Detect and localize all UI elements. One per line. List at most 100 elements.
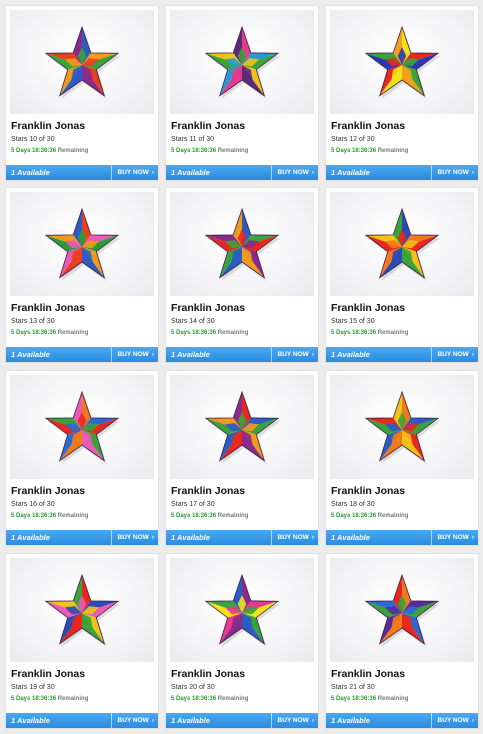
edition-label: Stars 14 of 30: [171, 318, 215, 325]
product-card[interactable]: Franklin Jonas Stars 12 of 30 5 Days 18:…: [326, 6, 478, 180]
star-artwork: [204, 390, 281, 464]
artist-name[interactable]: Franklin Jonas: [331, 668, 405, 680]
product-image[interactable]: [330, 10, 474, 114]
buy-now-button[interactable]: BUY NOW ›: [110, 713, 154, 728]
product-card[interactable]: Franklin Jonas Stars 11 of 30 5 Days 18:…: [166, 6, 318, 180]
buy-now-button[interactable]: BUY NOW ›: [430, 713, 474, 728]
countdown: 5 Days 18:36:36 Remaining: [11, 696, 88, 702]
artist-name[interactable]: Franklin Jonas: [331, 302, 405, 314]
product-image[interactable]: [330, 558, 474, 662]
product-grid: Franklin Jonas Stars 10 of 30 5 Days 18:…: [0, 0, 483, 734]
product-image[interactable]: [330, 192, 474, 296]
countdown-time: 5 Days 18:36:36: [11, 513, 57, 519]
product-card[interactable]: Franklin Jonas Stars 19 of 30 5 Days 18:…: [6, 554, 158, 728]
star-artwork: [364, 25, 441, 99]
artist-name[interactable]: Franklin Jonas: [331, 485, 405, 497]
countdown-remaining-label: Remaining: [217, 696, 249, 702]
countdown-time: 5 Days 18:36:36: [331, 513, 377, 519]
countdown: 5 Days 18:36:36 Remaining: [331, 330, 408, 336]
chevron-right-icon: ›: [471, 351, 474, 358]
availability-label: 1 Available: [171, 716, 210, 725]
product-card[interactable]: Franklin Jonas Stars 15 of 30 5 Days 18:…: [326, 188, 478, 362]
artist-name[interactable]: Franklin Jonas: [171, 485, 245, 497]
artist-name[interactable]: Franklin Jonas: [171, 302, 245, 314]
countdown-remaining-label: Remaining: [57, 696, 89, 702]
buy-now-label: BUY NOW: [437, 717, 469, 724]
product-image[interactable]: [10, 375, 154, 479]
chevron-right-icon: ›: [471, 534, 474, 541]
product-image[interactable]: [170, 10, 314, 114]
countdown-remaining-label: Remaining: [217, 513, 249, 519]
countdown: 5 Days 18:36:36 Remaining: [11, 148, 88, 154]
product-card[interactable]: Franklin Jonas Stars 13 of 30 5 Days 18:…: [6, 188, 158, 362]
artist-name[interactable]: Franklin Jonas: [11, 302, 85, 314]
star-artwork: [364, 573, 441, 647]
chevron-right-icon: ›: [311, 351, 314, 358]
countdown-time: 5 Days 18:36:36: [11, 696, 57, 702]
star-artwork: [44, 207, 121, 281]
star-artwork: [204, 25, 281, 99]
edition-label: Stars 18 of 30: [331, 501, 375, 508]
buy-now-button[interactable]: BUY NOW ›: [110, 165, 154, 180]
artist-name[interactable]: Franklin Jonas: [331, 120, 405, 132]
product-card[interactable]: Franklin Jonas Stars 21 of 30 5 Days 18:…: [326, 554, 478, 728]
purchase-bar: 1 Available BUY NOW ›: [166, 713, 318, 728]
buy-now-button[interactable]: BUY NOW ›: [270, 530, 314, 545]
countdown-time: 5 Days 18:36:36: [171, 330, 217, 336]
countdown-time: 5 Days 18:36:36: [171, 513, 217, 519]
product-image[interactable]: [10, 192, 154, 296]
buy-now-label: BUY NOW: [117, 717, 149, 724]
purchase-bar: 1 Available BUY NOW ›: [326, 347, 478, 362]
buy-now-button[interactable]: BUY NOW ›: [270, 347, 314, 362]
countdown-remaining-label: Remaining: [57, 330, 89, 336]
product-card[interactable]: Franklin Jonas Stars 14 of 30 5 Days 18:…: [166, 188, 318, 362]
edition-label: Stars 11 of 30: [171, 136, 215, 143]
countdown: 5 Days 18:36:36 Remaining: [331, 513, 408, 519]
product-card[interactable]: Franklin Jonas Stars 20 of 30 5 Days 18:…: [166, 554, 318, 728]
buy-now-button[interactable]: BUY NOW ›: [270, 713, 314, 728]
countdown-remaining-label: Remaining: [57, 148, 89, 154]
artist-name[interactable]: Franklin Jonas: [11, 120, 85, 132]
edition-label: Stars 21 of 30: [331, 684, 375, 691]
artist-name[interactable]: Franklin Jonas: [11, 668, 85, 680]
buy-now-button[interactable]: BUY NOW ›: [430, 530, 474, 545]
edition-label: Stars 12 of 30: [331, 136, 375, 143]
chevron-right-icon: ›: [311, 534, 314, 541]
buy-now-button[interactable]: BUY NOW ›: [430, 347, 474, 362]
countdown-time: 5 Days 18:36:36: [171, 148, 217, 154]
purchase-bar: 1 Available BUY NOW ›: [6, 165, 158, 180]
product-image[interactable]: [10, 10, 154, 114]
chevron-right-icon: ›: [151, 351, 154, 358]
product-card[interactable]: Franklin Jonas Stars 10 of 30 5 Days 18:…: [6, 6, 158, 180]
product-card[interactable]: Franklin Jonas Stars 18 of 30 5 Days 18:…: [326, 371, 478, 545]
availability-label: 1 Available: [171, 350, 210, 359]
buy-now-button[interactable]: BUY NOW ›: [430, 165, 474, 180]
chevron-right-icon: ›: [311, 169, 314, 176]
artist-name[interactable]: Franklin Jonas: [171, 120, 245, 132]
chevron-right-icon: ›: [311, 717, 314, 724]
product-image[interactable]: [10, 558, 154, 662]
star-artwork: [364, 207, 441, 281]
product-card[interactable]: Franklin Jonas Stars 17 of 30 5 Days 18:…: [166, 371, 318, 545]
product-card[interactable]: Franklin Jonas Stars 16 of 30 5 Days 18:…: [6, 371, 158, 545]
product-image[interactable]: [170, 558, 314, 662]
artist-name[interactable]: Franklin Jonas: [171, 668, 245, 680]
buy-now-label: BUY NOW: [117, 169, 149, 176]
product-image[interactable]: [170, 192, 314, 296]
edition-label: Stars 20 of 30: [171, 684, 215, 691]
countdown-time: 5 Days 18:36:36: [331, 330, 377, 336]
countdown: 5 Days 18:36:36 Remaining: [11, 330, 88, 336]
availability-label: 1 Available: [171, 168, 210, 177]
product-image[interactable]: [170, 375, 314, 479]
star-artwork: [204, 573, 281, 647]
star-artwork: [44, 390, 121, 464]
artist-name[interactable]: Franklin Jonas: [11, 485, 85, 497]
buy-now-button[interactable]: BUY NOW ›: [270, 165, 314, 180]
buy-now-button[interactable]: BUY NOW ›: [110, 347, 154, 362]
star-artwork: [204, 207, 281, 281]
buy-now-button[interactable]: BUY NOW ›: [110, 530, 154, 545]
product-image[interactable]: [330, 375, 474, 479]
buy-now-label: BUY NOW: [437, 169, 469, 176]
purchase-bar: 1 Available BUY NOW ›: [166, 347, 318, 362]
countdown-remaining-label: Remaining: [377, 148, 409, 154]
